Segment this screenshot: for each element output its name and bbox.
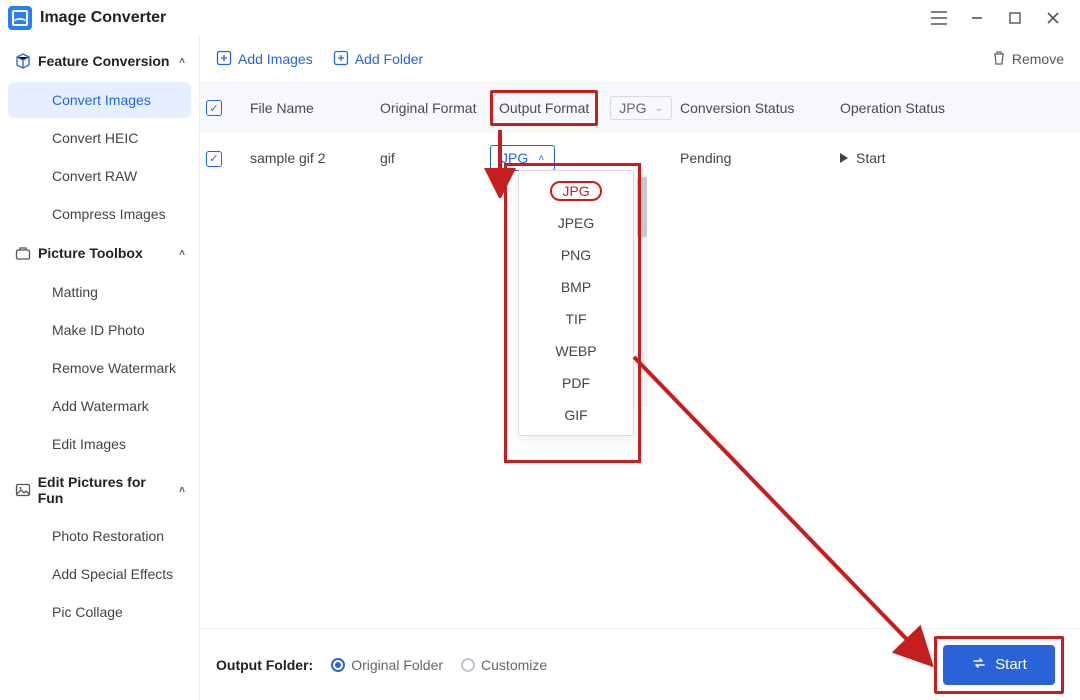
select-all-checkbox[interactable]: ✓ xyxy=(206,100,222,116)
remove-button[interactable]: Remove xyxy=(992,50,1064,69)
toolbox-icon xyxy=(14,244,32,262)
row-output-format-select[interactable]: JPG ˄ xyxy=(490,145,555,171)
radio-icon xyxy=(461,658,475,672)
add-folder-button[interactable]: Add Folder xyxy=(333,50,423,69)
start-button-label: Start xyxy=(995,656,1027,673)
sidebar: Feature Conversion ˄ Convert Images Conv… xyxy=(0,36,200,700)
sidebar-item-pic-collage[interactable]: Pic Collage xyxy=(8,594,191,630)
chevron-down-icon: ⌄ xyxy=(655,103,663,114)
dropdown-option-jpeg[interactable]: JPEG xyxy=(519,207,633,239)
row-output-format-value: JPG xyxy=(501,150,528,166)
chevron-up-icon: ˄ xyxy=(179,248,185,259)
sidebar-group-edit-for-fun[interactable]: Edit Pictures for Fun ˄ xyxy=(0,464,199,516)
row-checkbox[interactable]: ✓ xyxy=(206,151,222,167)
sidebar-item-photo-restoration[interactable]: Photo Restoration xyxy=(8,518,191,554)
footer: Output Folder: Original Folder Customize… xyxy=(200,628,1080,700)
sidebar-item-add-special-effects[interactable]: Add Special Effects xyxy=(8,556,191,592)
start-button[interactable]: Start xyxy=(943,645,1055,685)
sidebar-item-compress-images[interactable]: Compress Images xyxy=(8,196,191,232)
sidebar-group-label: Picture Toolbox xyxy=(38,245,143,261)
col-original-format: Original Format xyxy=(380,83,490,133)
sidebar-item-convert-images[interactable]: Convert Images xyxy=(8,82,191,118)
sidebar-item-matting[interactable]: Matting xyxy=(8,274,191,310)
app-title: Image Converter xyxy=(40,9,166,27)
toolbar: Add Images Add Folder Remove xyxy=(200,36,1080,82)
col-file-name: File Name xyxy=(250,83,380,133)
col-operation-status: Operation Status xyxy=(840,83,990,133)
sidebar-item-edit-images[interactable]: Edit Images xyxy=(8,426,191,462)
sidebar-item-make-id-photo[interactable]: Make ID Photo xyxy=(8,312,191,348)
cell-file-name: sample gif 2 xyxy=(250,150,380,166)
add-folder-label: Add Folder xyxy=(355,51,423,67)
dropdown-option-bmp[interactable]: BMP xyxy=(519,271,633,303)
cell-conversion-status: Pending xyxy=(680,150,840,166)
sidebar-group-picture-toolbox[interactable]: Picture Toolbox ˄ xyxy=(0,234,199,272)
dropdown-option-png[interactable]: PNG xyxy=(519,239,633,271)
col-output-format: Output Format xyxy=(499,100,589,116)
trash-icon xyxy=(992,50,1006,69)
cube-icon xyxy=(14,52,32,70)
play-icon xyxy=(840,153,848,163)
add-images-button[interactable]: Add Images xyxy=(216,50,313,69)
table-header-row: ✓ File Name Original Format Output Forma… xyxy=(200,83,1080,133)
window-minimize-button[interactable] xyxy=(958,4,996,32)
dropdown-option-pdf[interactable]: PDF xyxy=(519,367,633,399)
col-conversion-status: Conversion Status xyxy=(680,83,840,133)
chevron-up-icon: ˄ xyxy=(179,485,185,496)
picture-icon xyxy=(14,481,32,499)
annotation-start-highlight: Start xyxy=(934,636,1064,694)
radio-label: Original Folder xyxy=(351,657,443,673)
header-output-format-select[interactable]: JPG ⌄ xyxy=(610,96,672,120)
add-folder-icon xyxy=(333,50,349,69)
radio-icon xyxy=(331,658,345,672)
add-images-label: Add Images xyxy=(238,51,313,67)
add-image-icon xyxy=(216,50,232,69)
file-table: ✓ File Name Original Format Output Forma… xyxy=(200,82,1080,628)
sidebar-item-convert-heic[interactable]: Convert HEIC xyxy=(8,120,191,156)
cell-original-format: gif xyxy=(380,150,490,166)
window-close-button[interactable] xyxy=(1034,4,1072,32)
app-logo xyxy=(8,6,32,30)
dropdown-option-webp[interactable]: WEBP xyxy=(519,335,633,367)
header-output-format-value: JPG xyxy=(619,100,646,116)
dropdown-scrollbar-thumb[interactable] xyxy=(637,177,647,237)
chevron-up-icon: ˄ xyxy=(538,153,544,164)
content-area: Add Images Add Folder Remove ✓ File Name… xyxy=(200,36,1080,700)
dropdown-option-jpg[interactable]: JPG xyxy=(519,175,633,207)
hamburger-menu-icon[interactable] xyxy=(920,4,958,32)
col-output-format-highlight: Output Format xyxy=(490,90,598,126)
sidebar-group-label: Edit Pictures for Fun xyxy=(38,474,173,506)
dropdown-option-tif[interactable]: TIF xyxy=(519,303,633,335)
remove-label: Remove xyxy=(1012,51,1064,67)
window-maximize-button[interactable] xyxy=(996,4,1034,32)
sidebar-item-convert-raw[interactable]: Convert RAW xyxy=(8,158,191,194)
chevron-up-icon: ˄ xyxy=(179,56,185,67)
row-start-label: Start xyxy=(856,150,886,166)
row-start-button[interactable]: Start xyxy=(840,150,990,166)
annotation-arrow-icon xyxy=(630,353,940,673)
output-folder-label: Output Folder: xyxy=(216,657,313,673)
swap-icon xyxy=(971,655,987,675)
sidebar-group-feature-conversion[interactable]: Feature Conversion ˄ xyxy=(0,42,199,80)
sidebar-item-remove-watermark[interactable]: Remove Watermark xyxy=(8,350,191,386)
radio-label: Customize xyxy=(481,657,547,673)
radio-customize[interactable]: Customize xyxy=(461,657,547,673)
radio-original-folder[interactable]: Original Folder xyxy=(331,657,443,673)
output-format-dropdown: JPG JPEG PNG BMP TIF WEBP PDF GIF xyxy=(518,170,655,436)
sidebar-group-label: Feature Conversion xyxy=(38,53,169,69)
dropdown-option-gif[interactable]: GIF xyxy=(519,399,633,431)
sidebar-item-add-watermark[interactable]: Add Watermark xyxy=(8,388,191,424)
